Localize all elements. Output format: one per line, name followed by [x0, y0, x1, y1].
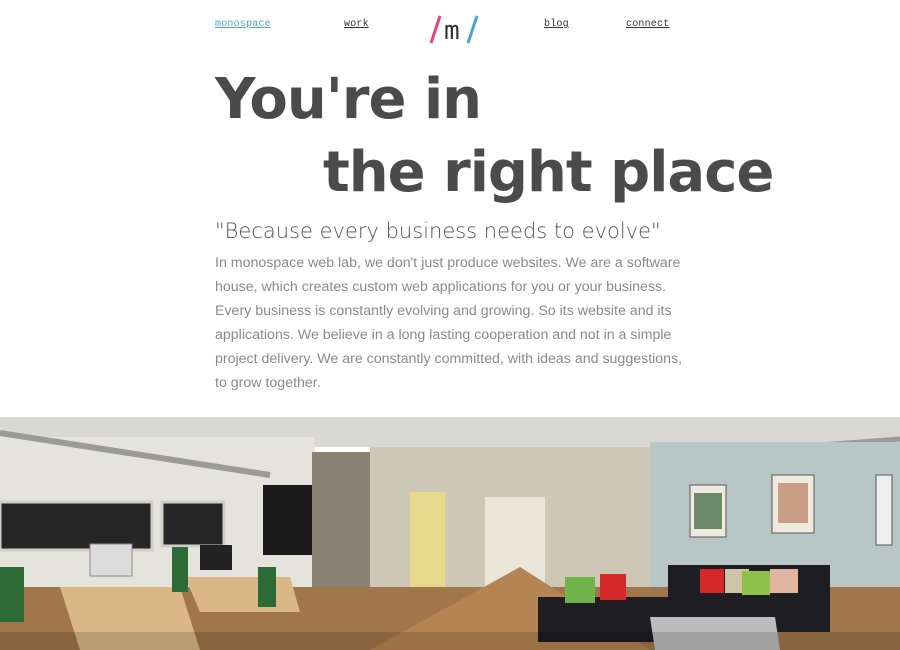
nav-link-monospace[interactable]: monospace [215, 19, 271, 30]
monospace-logo[interactable]: m [428, 10, 482, 46]
logo-blue-slash [466, 15, 479, 44]
office-panorama-photo [0, 417, 900, 650]
tagline-quote: "Because every business needs to evolve" [215, 219, 661, 243]
intro-paragraph: In monospace web lab, we don't just prod… [215, 255, 683, 391]
hero-title-line-1: You're in [215, 67, 482, 132]
nav-link-work[interactable]: work [344, 19, 369, 30]
office-panorama-illustration [0, 417, 900, 650]
logo-pink-slash [429, 15, 442, 44]
nav-link-blog[interactable]: blog [544, 19, 569, 30]
hero-title-line-2: the right place [323, 140, 774, 205]
logo-letter: m [444, 16, 460, 46]
nav-link-connect[interactable]: connect [626, 19, 669, 30]
